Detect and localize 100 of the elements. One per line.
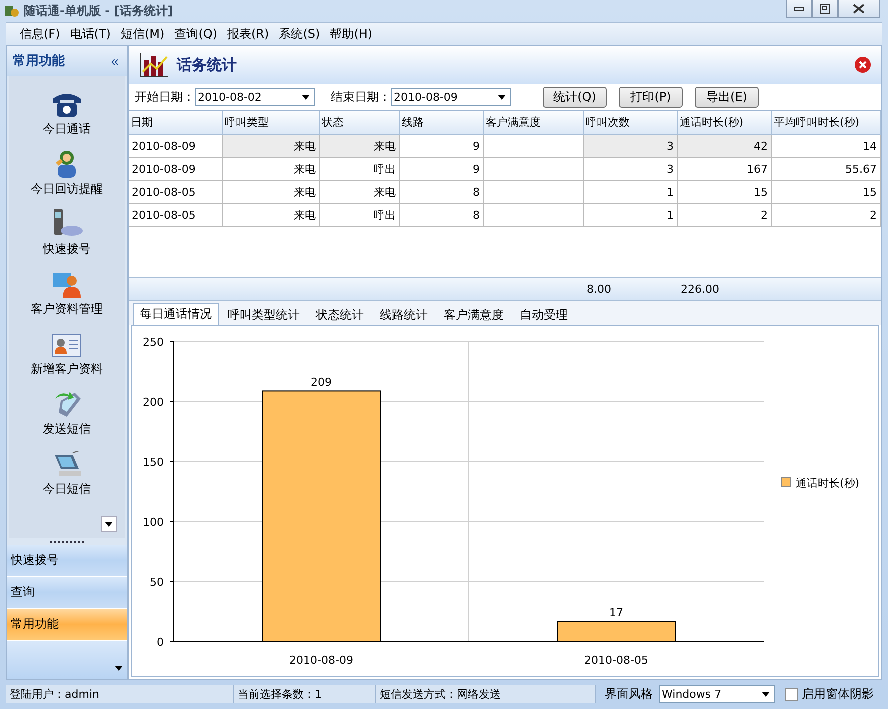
table-cell: 来电 [320, 135, 400, 158]
menu-item[interactable]: 查询(Q) [174, 26, 218, 42]
table-cell: 9 [400, 135, 484, 158]
nav-group-button[interactable]: 快速拨号 [7, 545, 127, 577]
y-tick-label: 200 [143, 396, 164, 409]
column-header[interactable]: 平均呼叫时长(秒) [772, 111, 881, 135]
window-title: 随话通-单机版 - [话务统计] [24, 2, 174, 20]
table-cell: 来电 [223, 204, 320, 227]
minimize-icon [794, 6, 804, 10]
column-header[interactable]: 状态 [320, 111, 400, 135]
toolbar-button[interactable]: 统计(Q) [543, 86, 607, 108]
toolbar-button[interactable]: 打印(P) [619, 86, 683, 108]
table-cell: 呼出 [320, 158, 400, 181]
column-header[interactable]: 客户满意度 [484, 111, 584, 135]
table-cell: 1 [584, 181, 678, 204]
table-cell: 2010-08-09 [129, 135, 223, 158]
close-icon[interactable] [855, 57, 871, 73]
dropdown-arrow-icon [115, 666, 123, 671]
chart-tab[interactable]: 客户满意度 [437, 305, 511, 325]
table-cell: 8 [400, 204, 484, 227]
dropdown-arrow-icon [302, 94, 310, 100]
menu-item[interactable]: 帮助(H) [330, 26, 373, 42]
app-icon [4, 3, 20, 19]
maximize-icon [820, 4, 830, 14]
menu-item[interactable]: 短信(M) [120, 26, 165, 42]
table-cell: 呼出 [320, 204, 400, 227]
theme-dropdown[interactable]: Windows 7 [659, 685, 775, 703]
login-user-status: 登陆用户：admin [6, 685, 234, 703]
dropdown-arrow-icon [762, 692, 770, 696]
table-cell: 2010-08-05 [129, 181, 223, 204]
chart-tab[interactable]: 状态统计 [309, 305, 371, 325]
sms-mode-status: 短信发送方式：网络发送 [376, 685, 596, 703]
shadow-label: 启用窗体阴影 [802, 686, 874, 702]
bar-chart-icon [139, 52, 169, 78]
table-cell: 3 [584, 135, 678, 158]
table-cell: 2 [678, 204, 772, 227]
table-cell: 2010-08-09 [129, 158, 223, 181]
chart-tab[interactable]: 呼叫类型统计 [221, 305, 307, 325]
page-title: 话务统计 [177, 56, 238, 74]
table-cell: 14 [772, 135, 881, 158]
column-header[interactable]: 线路 [400, 111, 484, 135]
chart-tab[interactable]: 自动受理 [513, 305, 575, 325]
menu-item[interactable]: 电话(T) [70, 26, 111, 42]
more-button[interactable] [101, 516, 117, 532]
table-cell: 来电 [223, 135, 320, 158]
table-cell: 15 [678, 181, 772, 204]
date-picker[interactable]: 2010-08-09 [391, 88, 511, 106]
chart-tab[interactable]: 线路统计 [373, 305, 435, 325]
toolbar-button[interactable]: 导出(E) [695, 86, 759, 108]
y-tick-label: 150 [143, 456, 164, 469]
table-cell: 167 [678, 158, 772, 181]
y-tick-label: 50 [150, 576, 164, 589]
table-cell: 来电 [223, 158, 320, 181]
column-header[interactable]: 通话时长(秒) [678, 111, 772, 135]
dropdown-arrow-icon [498, 94, 506, 100]
table-cell: 2 [772, 204, 881, 227]
nav-group-button[interactable]: 查询 [7, 577, 127, 609]
table-cell: 9 [400, 158, 484, 181]
minimize-button[interactable] [786, 0, 812, 18]
date-label: 结束日期： [331, 88, 391, 106]
sidebar-item[interactable]: 快速拨号 [43, 202, 91, 260]
sidebar-item[interactable]: 今日通话 [43, 82, 91, 140]
y-tick-label: 0 [157, 636, 164, 649]
y-tick-label: 100 [143, 516, 164, 529]
date-picker[interactable]: 2010-08-02 [195, 88, 315, 106]
bar-value-label: 209 [311, 376, 332, 390]
selection-count-status: 当前选择条数：1 [234, 685, 376, 703]
x-tick-label: 2010-08-09 [290, 654, 354, 667]
sidebar-item[interactable]: 新增客户资料 [31, 322, 103, 380]
x-tick-label: 2010-08-05 [584, 654, 648, 667]
legend-label: 通话时长(秒) [796, 477, 860, 490]
table-cell: 2010-08-05 [129, 204, 223, 227]
menu-item[interactable]: 信息(F) [20, 26, 60, 42]
theme-label: 界面风格 [605, 686, 653, 702]
y-tick-label: 250 [143, 336, 164, 349]
shadow-checkbox[interactable] [785, 688, 798, 700]
menu-item[interactable]: 系统(S) [279, 26, 320, 42]
maximize-button[interactable] [812, 0, 838, 18]
dropdown-arrow-icon [105, 522, 113, 526]
column-header[interactable]: 呼叫次数 [584, 111, 678, 135]
collapse-button[interactable]: « [111, 53, 119, 69]
table-cell: 15 [772, 181, 881, 204]
column-header[interactable]: 日期 [129, 111, 223, 135]
date-label: 开始日期： [135, 88, 195, 106]
nav-group-button[interactable]: 常用功能 [7, 609, 127, 641]
table-cell: 来电 [320, 181, 400, 204]
chart-tab[interactable]: 每日通话情况 [133, 303, 219, 325]
sidebar-item[interactable]: 客户资料管理 [31, 262, 103, 320]
close-button[interactable] [838, 0, 880, 18]
sidebar-title: 常用功能 [13, 53, 65, 70]
table-cell: 42 [678, 135, 772, 158]
table-cell: 来电 [223, 181, 320, 204]
sidebar-item[interactable]: 发送短信 [43, 382, 91, 440]
menu-item[interactable]: 报表(R) [228, 26, 270, 42]
sidebar-item[interactable]: 今日回访提醒 [31, 142, 103, 200]
duration-total: 226.00 [680, 282, 720, 298]
table-cell: 3 [584, 158, 678, 181]
bar-value-label: 17 [610, 606, 624, 620]
column-header[interactable]: 呼叫类型 [223, 111, 320, 135]
sidebar-item[interactable]: 今日短信 [43, 442, 91, 500]
